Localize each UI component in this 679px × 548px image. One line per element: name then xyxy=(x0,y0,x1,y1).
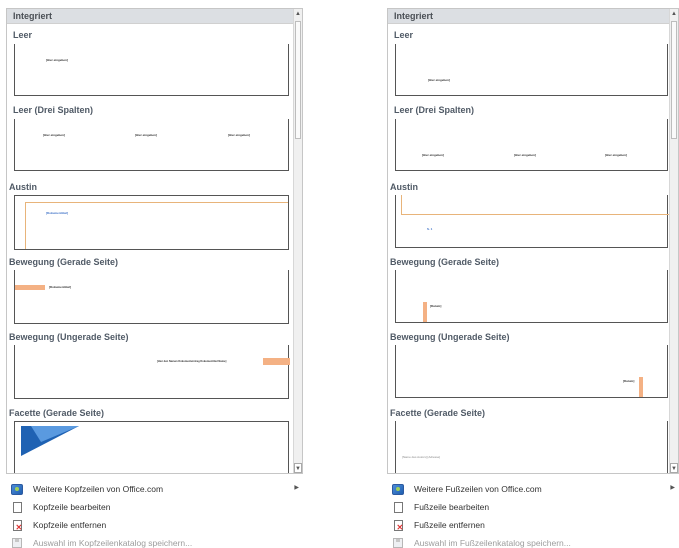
gallery-section-header: Integriert xyxy=(7,9,302,24)
accent-bar xyxy=(423,302,427,322)
footer-menu: Weitere Fußzeilen von Office.com ▶ Fußze… xyxy=(387,480,679,548)
austin-rule xyxy=(401,195,402,214)
placeholder-text: [Name des Autors] [Adresse] xyxy=(402,455,441,459)
gallery-item-title: Leer (Drei Spalten) xyxy=(13,105,94,115)
save-selection-icon xyxy=(10,537,24,548)
placeholder-text: [Hier den Namen Dokumenteintrag Dokument… xyxy=(157,360,227,363)
header-gallery: Integriert Leer [Hier eingeben] Leer (Dr… xyxy=(6,8,303,474)
menu-item-more-headers[interactable]: Weitere Kopfzeilen von Office.com ▶ xyxy=(6,480,303,498)
gallery-item-title: Leer (Drei Spalten) xyxy=(394,105,475,115)
gallery-item-title: Bewegung (Gerade Seite) xyxy=(9,257,119,267)
scroll-down-icon[interactable]: ▼ xyxy=(670,463,678,473)
menu-item-label: Kopfzeile entfernen xyxy=(33,520,107,530)
gallery-item-facette-gerade[interactable] xyxy=(14,421,289,473)
placeholder-text: [Hier eingeben] xyxy=(428,78,450,82)
office-globe-icon xyxy=(10,483,24,495)
menu-item-save-selection[interactable]: Auswahl im Fußzeilenkatalog speichern... xyxy=(387,534,679,548)
placeholder-text: [Datum] xyxy=(430,304,442,308)
menu-item-more-footers[interactable]: Weitere Fußzeilen von Office.com ▶ xyxy=(387,480,679,498)
accent-bar xyxy=(15,285,45,290)
gallery-scrollbar[interactable]: ▲ ▼ xyxy=(669,9,678,473)
menu-item-edit-footer[interactable]: Fußzeile bearbeiten xyxy=(387,498,679,516)
placeholder-text: [Hier eingeben] xyxy=(135,133,157,137)
placeholder-text: [Hier eingeben] xyxy=(46,58,68,62)
placeholder-text: [Hier eingeben] xyxy=(43,133,65,137)
placeholder-text: [Dokumenttitel] xyxy=(46,211,68,215)
placeholder-text: [Datum] xyxy=(623,379,635,383)
accent-bar xyxy=(263,358,290,365)
gallery-item-title: Austin xyxy=(9,182,37,192)
menu-item-label: Fußzeile bearbeiten xyxy=(414,502,490,512)
gallery-item-austin[interactable]: S. 1 xyxy=(395,195,669,248)
gallery-item-title: Facette (Gerade Seite) xyxy=(9,408,105,418)
footer-gallery-panel: Integriert Leer [Hier eingeben] Leer (Dr… xyxy=(387,8,679,548)
austin-rule xyxy=(401,214,669,215)
gallery-item-title: Leer xyxy=(394,30,414,40)
office-globe-icon xyxy=(391,483,405,495)
menu-item-label: Kopfzeile bearbeiten xyxy=(33,502,111,512)
gallery-item-bewegung-ungerade[interactable]: [Datum] xyxy=(395,345,668,398)
menu-item-remove-footer[interactable]: Fußzeile entfernen xyxy=(387,516,679,534)
menu-item-label: Fußzeile entfernen xyxy=(414,520,485,530)
menu-item-label: Weitere Fußzeilen von Office.com xyxy=(414,484,542,494)
accent-bar xyxy=(639,377,643,397)
gallery-item-bewegung-gerade[interactable]: [Datum] xyxy=(395,270,668,323)
placeholder-text: [Dokumenttitel] xyxy=(49,285,71,289)
gallery-section-header: Integriert xyxy=(388,9,678,24)
menu-item-save-selection[interactable]: Auswahl im Kopfzeilenkatalog speichern..… xyxy=(6,534,303,548)
gallery-item-austin[interactable]: [Dokumenttitel] xyxy=(14,195,289,250)
submenu-arrow-icon: ▶ xyxy=(670,485,675,491)
austin-rule xyxy=(25,202,288,203)
scrollbar-thumb[interactable] xyxy=(671,21,677,139)
gallery-item-leer[interactable]: [Hier eingeben] xyxy=(14,44,289,96)
gallery-item-title: Bewegung (Ungerade Seite) xyxy=(390,332,510,342)
scroll-up-icon[interactable]: ▲ xyxy=(670,9,678,19)
menu-item-remove-header[interactable]: Kopfzeile entfernen xyxy=(6,516,303,534)
gallery-item-title: Facette (Gerade Seite) xyxy=(390,408,486,418)
placeholder-text: [Hier eingeben] xyxy=(422,153,444,157)
scroll-down-icon[interactable]: ▼ xyxy=(294,463,302,473)
gallery-item-title: Bewegung (Gerade Seite) xyxy=(390,257,500,267)
gallery-item-leer[interactable]: [Hier eingeben] xyxy=(395,44,668,96)
placeholder-text: [Hier eingeben] xyxy=(514,153,536,157)
remove-document-icon xyxy=(391,519,405,532)
save-selection-icon xyxy=(391,537,405,548)
placeholder-text: [Hier eingeben] xyxy=(605,153,627,157)
placeholder-text: S. 1 xyxy=(427,227,433,231)
gallery-item-title: Leer xyxy=(13,30,33,40)
facette-shape xyxy=(21,426,79,456)
gallery-item-leer-drei-spalten[interactable]: [Hier eingeben] [Hier eingeben] [Hier ei… xyxy=(395,119,668,171)
gallery-item-title: Bewegung (Ungerade Seite) xyxy=(9,332,129,342)
menu-item-label: Auswahl im Kopfzeilenkatalog speichern..… xyxy=(33,538,193,548)
submenu-arrow-icon: ▶ xyxy=(294,485,299,491)
gallery-item-title: Austin xyxy=(390,182,418,192)
scrollbar-thumb[interactable] xyxy=(295,21,301,139)
gallery-scrollbar[interactable]: ▲ ▼ xyxy=(293,9,302,473)
scroll-up-icon[interactable]: ▲ xyxy=(294,9,302,19)
gallery-item-facette-gerade[interactable]: [Name des Autors] [Adresse] xyxy=(395,421,668,473)
menu-item-label: Weitere Kopfzeilen von Office.com xyxy=(33,484,164,494)
header-menu: Weitere Kopfzeilen von Office.com ▶ Kopf… xyxy=(6,480,303,548)
document-icon xyxy=(391,501,405,513)
placeholder-text: [Hier eingeben] xyxy=(228,133,250,137)
menu-item-edit-header[interactable]: Kopfzeile bearbeiten xyxy=(6,498,303,516)
gallery-item-bewegung-gerade[interactable]: [Dokumenttitel] xyxy=(14,270,289,324)
gallery-item-bewegung-ungerade[interactable]: [Hier den Namen Dokumenteintrag Dokument… xyxy=(14,345,290,399)
header-gallery-panel: Integriert Leer [Hier eingeben] Leer (Dr… xyxy=(6,8,303,548)
footer-gallery: Integriert Leer [Hier eingeben] Leer (Dr… xyxy=(387,8,679,474)
remove-document-icon xyxy=(10,519,24,532)
austin-rule xyxy=(25,202,26,249)
document-icon xyxy=(10,501,24,513)
menu-item-label: Auswahl im Fußzeilenkatalog speichern... xyxy=(414,538,571,548)
gallery-item-leer-drei-spalten[interactable]: [Hier eingeben] [Hier eingeben] [Hier ei… xyxy=(14,119,289,171)
